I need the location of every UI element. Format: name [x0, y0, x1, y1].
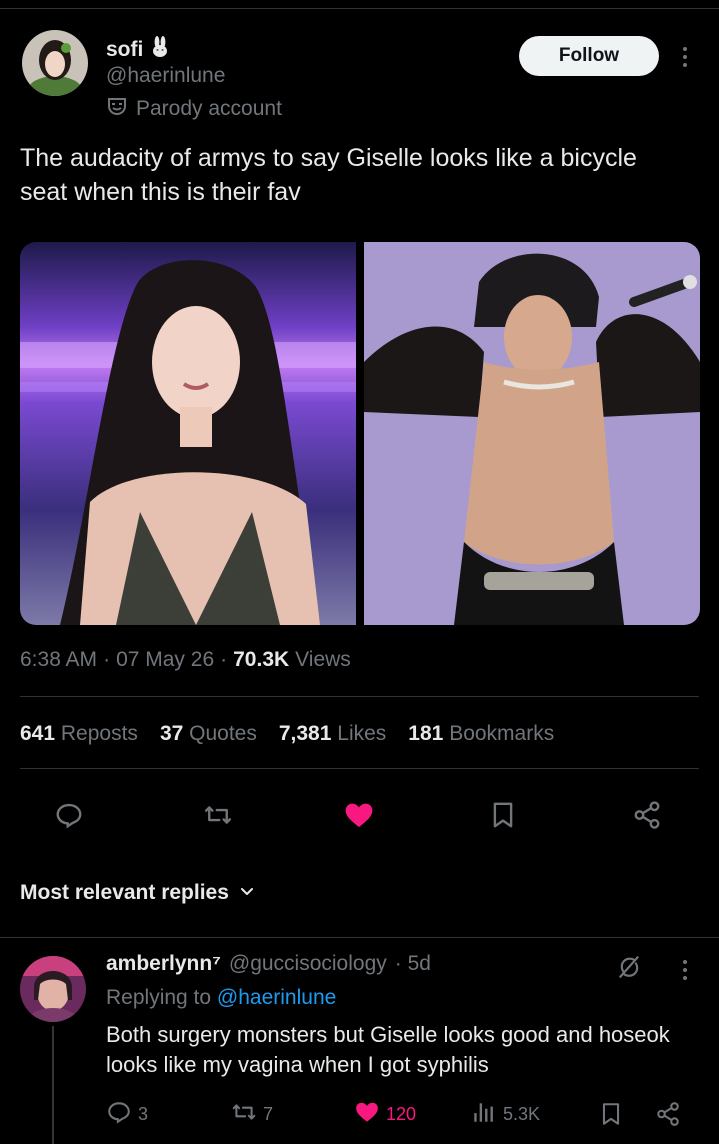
more-icon[interactable] [673, 955, 697, 985]
like-icon[interactable] [337, 793, 381, 837]
more-icon[interactable] [673, 42, 697, 72]
share-icon[interactable] [655, 1096, 681, 1132]
thread-line [52, 1026, 54, 1144]
chevron-down-icon [239, 881, 255, 905]
reply-text: Both surgery monsters but Giselle looks … [106, 1022, 670, 1077]
meta-separator: · [220, 648, 228, 671]
meta-separator: · [103, 648, 111, 671]
quotes-count: 37 [159, 722, 184, 745]
post-image-left[interactable] [20, 242, 356, 625]
author-name-row: sofi [106, 36, 171, 63]
repost-icon [231, 1099, 257, 1130]
reply-views-count: 5.3K [503, 1103, 541, 1124]
likes-label: Likes [337, 722, 387, 745]
reply-avatar[interactable] [20, 956, 86, 1022]
post-stats: 641 Reposts 37 Quotes 7,381 Likes 181 Bo… [20, 722, 554, 746]
post-meta: 6:38 AM · 07 May 26 · 70.3K Views [20, 648, 351, 672]
replying-to: Replying to @haerinlune [106, 986, 336, 1010]
reposts-count: 641 [20, 722, 56, 745]
post-time: 6:38 AM [20, 648, 98, 671]
divider [20, 768, 699, 769]
reply-icon[interactable] [47, 793, 91, 837]
replies-sort-dropdown[interactable]: Most relevant replies [20, 881, 255, 905]
reposts-stat[interactable]: 641 Reposts [20, 722, 138, 746]
reply-header: amberlynn⁷ @guccisociology · 5d [106, 952, 431, 976]
reply-likes-count: 120 [386, 1103, 417, 1124]
bookmark-icon[interactable] [598, 1096, 624, 1132]
reply-reply-button[interactable]: 3 [106, 1096, 148, 1132]
author-handle[interactable]: @haerinlune [106, 64, 225, 88]
reply-like-button[interactable]: 120 [354, 1096, 416, 1132]
divider [0, 937, 719, 938]
likes-count: 7,381 [278, 722, 332, 745]
bookmarks-count: 181 [408, 722, 444, 745]
rabbit-emoji-icon [149, 36, 171, 63]
like-icon [354, 1099, 380, 1130]
post-image-right[interactable] [364, 242, 700, 625]
reply-views-button[interactable]: 5.3K [471, 1096, 540, 1132]
quotes-label: Quotes [189, 722, 257, 745]
post-views-count: 70.3K [233, 648, 290, 671]
follow-button[interactable]: Follow [519, 36, 659, 76]
reply-reposts-count: 7 [263, 1103, 274, 1124]
parody-label: Parody account [136, 97, 282, 120]
post-views-label: Views [295, 648, 351, 671]
author-name[interactable]: sofi [106, 38, 143, 62]
share-icon[interactable] [625, 793, 669, 837]
parody-mask-icon [106, 95, 128, 123]
replies-sort-label: Most relevant replies [20, 881, 229, 904]
bookmark-icon[interactable] [481, 793, 525, 837]
post-text: The audacity of armys to say Giselle loo… [20, 144, 637, 206]
replying-to-prefix: Replying to [106, 986, 212, 1009]
divider [20, 696, 699, 697]
bookmarks-stat[interactable]: 181 Bookmarks [408, 722, 554, 746]
repost-icon[interactable] [196, 793, 240, 837]
reply-replies-count: 3 [138, 1103, 149, 1124]
parody-badge: Parody account [106, 95, 282, 123]
reply-author-name[interactable]: amberlynn⁷ [106, 952, 221, 976]
likes-stat[interactable]: 7,381 Likes [279, 722, 386, 746]
replying-to-handle[interactable]: @haerinlune [217, 986, 336, 1009]
views-icon [471, 1099, 497, 1130]
reply-age[interactable]: · 5d [395, 952, 431, 976]
reply-repost-button[interactable]: 7 [231, 1096, 273, 1132]
quotes-stat[interactable]: 37 Quotes [160, 722, 257, 746]
bookmarks-label: Bookmarks [449, 722, 555, 745]
reply-icon [106, 1099, 132, 1130]
top-divider [0, 8, 719, 9]
post-date[interactable]: 07 May 26 [116, 648, 214, 672]
reposts-label: Reposts [60, 722, 138, 745]
reply-author-handle[interactable]: @guccisociology [229, 952, 387, 976]
grok-icon[interactable] [612, 950, 646, 984]
author-avatar[interactable] [22, 30, 88, 96]
